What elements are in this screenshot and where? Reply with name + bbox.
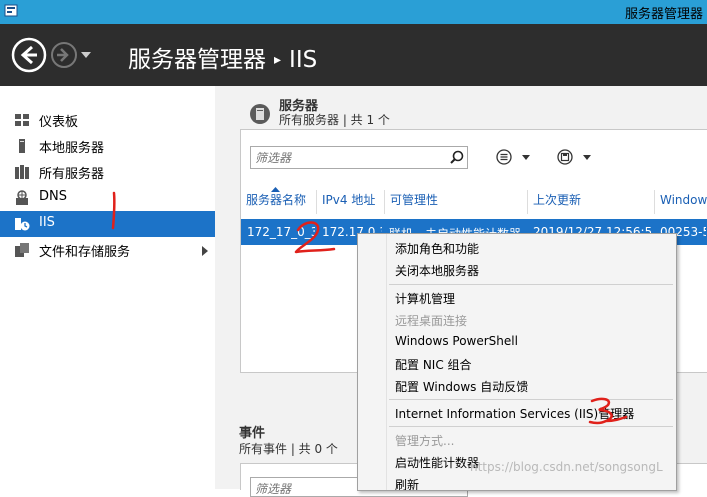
sidebar-item-dns[interactable]: DNS: [0, 185, 215, 211]
sidebar-item-all-servers[interactable]: 所有服务器: [0, 159, 215, 185]
events-section-title: 事件: [239, 426, 266, 441]
sidebar-item-label: IIS: [39, 215, 55, 230]
save-query-button[interactable]: [557, 149, 595, 165]
sidebar-item-label: 本地服务器: [39, 141, 105, 156]
sidebar-item-iis[interactable]: IIS: [0, 211, 215, 237]
back-button[interactable]: [10, 36, 48, 74]
all-servers-icon: [15, 165, 29, 179]
watermark-text: https://blog.csdn.net/songsongL: [470, 460, 663, 474]
dns-icon: [16, 190, 28, 205]
breadcrumb-separator-icon: ▸: [274, 52, 282, 68]
dashboard-icon: [15, 114, 29, 126]
sidebar-item-label: 所有服务器: [39, 167, 105, 182]
menu-item-manage-as[interactable]: 管理方式...: [395, 432, 454, 449]
breadcrumb: 服务器管理器 ▸ IIS: [128, 40, 317, 74]
context-menu-gutter: [358, 234, 387, 490]
breadcrumb-root[interactable]: 服务器管理器: [128, 47, 266, 73]
menu-item-shutdown-local-server[interactable]: 关闭本地服务器: [395, 262, 479, 279]
menu-item-add-roles[interactable]: 添加角色和功能: [395, 240, 479, 257]
file-storage-icon: [15, 243, 29, 257]
iis-icon: [15, 218, 30, 231]
menu-item-iis-manager[interactable]: Internet Information Services (IIS)管理器: [395, 405, 634, 422]
server-manager-app-icon: [4, 4, 18, 17]
sidebar-divider: [215, 86, 229, 489]
column-header-manageability[interactable]: 可管理性: [384, 190, 528, 214]
menu-item-powershell[interactable]: Windows PowerShell: [395, 334, 518, 348]
sidebar-item-file-storage[interactable]: 文件和存储服务: [0, 237, 215, 263]
servers-filter[interactable]: [250, 146, 468, 169]
column-header-ipv4[interactable]: IPv4 地址: [316, 190, 385, 214]
cell-server-name: 172_17_0_3: [247, 225, 315, 239]
menu-separator: [389, 284, 673, 285]
app-header: 服务器管理器 ▸ IIS: [0, 24, 707, 86]
menu-item-computer-management[interactable]: 计算机管理: [395, 290, 455, 307]
chevron-right-icon[interactable]: [202, 246, 208, 256]
menu-item-remote-desktop[interactable]: 远程桌面连接: [395, 312, 467, 329]
context-menu: 添加角色和功能 关闭本地服务器 计算机管理 远程桌面连接 Windows Pow…: [357, 233, 677, 491]
events-section-subtitle: 所有事件 | 共 0 个: [239, 442, 338, 456]
list-options-button[interactable]: [496, 149, 534, 165]
servers-filter-input[interactable]: [251, 148, 444, 168]
sidebar-item-local-server[interactable]: 本地服务器: [0, 133, 215, 159]
history-dropdown-icon[interactable]: [80, 51, 92, 59]
menu-item-nic-teaming[interactable]: 配置 NIC 组合: [395, 356, 472, 373]
sidebar-item-label: DNS: [39, 189, 67, 204]
servers-section-subtitle: 所有服务器 | 共 1 个: [279, 113, 390, 127]
sidebar: 仪表板 本地服务器 所有服务器 DNS IIS 文件和存储服务: [0, 86, 215, 489]
local-server-icon: [19, 139, 25, 153]
column-header-server-name[interactable]: 服务器名称: [241, 190, 316, 214]
menu-item-start-perf-counters[interactable]: 启动性能计数器: [395, 454, 479, 471]
sidebar-item-label: 文件和存储服务: [39, 245, 131, 260]
sidebar-item-dashboard[interactable]: 仪表板: [0, 107, 215, 133]
menu-item-auto-feedback[interactable]: 配置 Windows 自动反馈: [395, 378, 528, 395]
sidebar-item-label: 仪表板: [39, 115, 79, 130]
window-title: 服务器管理器: [624, 7, 703, 22]
breadcrumb-current: IIS: [289, 47, 318, 73]
column-header-windows[interactable]: Windows: [654, 190, 707, 214]
menu-separator: [389, 426, 673, 427]
sort-ascending-icon: [271, 187, 280, 192]
window-titlebar: 服务器管理器: [0, 0, 707, 24]
servers-section-icon: [250, 104, 270, 124]
column-header-last-update[interactable]: 上次更新: [527, 190, 655, 214]
search-icon[interactable]: [450, 150, 464, 164]
forward-button[interactable]: [50, 41, 78, 69]
menu-separator: [389, 399, 673, 400]
